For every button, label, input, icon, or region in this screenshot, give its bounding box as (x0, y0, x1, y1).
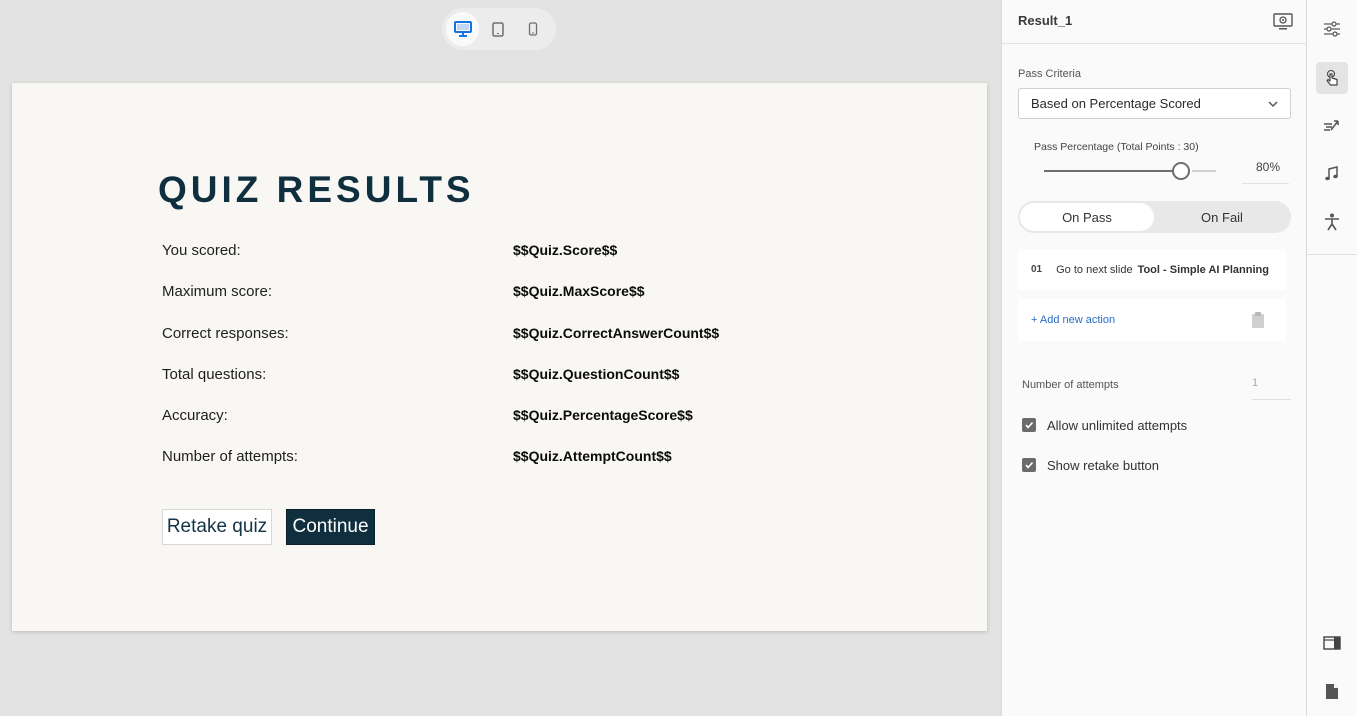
result-value[interactable]: $$Quiz.Score$$ (513, 242, 617, 258)
tab-on-pass[interactable]: On Pass (1020, 203, 1154, 231)
allow-unlimited-attempts-checkbox[interactable] (1022, 418, 1036, 432)
allow-unlimited-attempts-option: Allow unlimited attempts (1022, 417, 1187, 433)
tablet-view-button[interactable] (481, 12, 514, 46)
result-row: Accuracy: $$Quiz.PercentageScore$$ (162, 405, 693, 425)
action-number: 01 (1031, 264, 1043, 275)
check-icon (1025, 421, 1034, 429)
desktop-view-button[interactable] (446, 12, 480, 46)
pass-criteria-dropdown[interactable]: Based on Percentage Scored (1018, 88, 1291, 119)
preview-button[interactable] (1272, 12, 1294, 32)
pass-percentage-value[interactable]: 80% (1242, 160, 1280, 174)
clipboard-icon[interactable] (1250, 311, 1266, 329)
chevron-down-icon (1268, 101, 1278, 108)
panel-layout-button[interactable] (1316, 627, 1348, 659)
result-label[interactable]: Number of attempts: (162, 448, 513, 465)
result-value[interactable]: $$Quiz.MaxScore$$ (513, 283, 645, 299)
interactions-tab[interactable] (1316, 62, 1348, 94)
show-retake-button-option: Show retake button (1022, 457, 1159, 473)
result-value[interactable]: $$Quiz.QuestionCount$$ (513, 366, 679, 382)
slider-track-rest[interactable] (1192, 170, 1216, 172)
pass-criteria-value: Based on Percentage Scored (1031, 96, 1201, 111)
device-toggle (442, 8, 556, 50)
document-button[interactable] (1316, 675, 1348, 707)
show-retake-button-checkbox[interactable] (1022, 458, 1036, 472)
result-label[interactable]: Total questions: (162, 366, 513, 383)
slider-track[interactable] (1044, 170, 1174, 172)
action-text: Go to next slide (1056, 263, 1133, 276)
audio-tab[interactable] (1316, 158, 1348, 190)
result-label[interactable]: Correct responses: (162, 325, 513, 342)
add-new-action-link[interactable]: + Add new action (1031, 314, 1115, 326)
animations-tab[interactable] (1316, 110, 1348, 142)
result-label[interactable]: You scored: (162, 242, 513, 259)
accessibility-icon (1325, 213, 1339, 231)
result-row: Correct responses: $$Quiz.CorrectAnswerC… (162, 323, 719, 343)
result-label[interactable]: Maximum score: (162, 283, 513, 300)
result-row: Maximum score: $$Quiz.MaxScore$$ (162, 281, 645, 301)
continue-button[interactable]: Continue (286, 509, 375, 545)
attempts-input[interactable]: 1 (1252, 377, 1258, 389)
touch-icon (1326, 69, 1338, 86)
result-row: Total questions: $$Quiz.QuestionCount$$ (162, 364, 679, 384)
result-value[interactable]: $$Quiz.PercentageScore$$ (513, 407, 693, 423)
preview-icon (1273, 13, 1293, 30)
properties-tab[interactable] (1316, 13, 1348, 45)
panel-title: Result_1 (1018, 13, 1073, 28)
right-toolbar (1306, 0, 1357, 716)
add-action-card: + Add new action (1018, 299, 1286, 341)
desktop-icon (453, 21, 472, 37)
attempts-label: Number of attempts (1022, 379, 1119, 391)
mobile-view-button[interactable] (517, 12, 550, 46)
animation-icon (1324, 120, 1339, 131)
allow-unlimited-attempts-label[interactable]: Allow unlimited attempts (1047, 418, 1187, 433)
action-target: Tool - Simple AI Planning (1137, 263, 1269, 276)
show-retake-button-label[interactable]: Show retake button (1047, 458, 1159, 473)
tablet-icon (492, 21, 504, 37)
divider (1242, 183, 1289, 184)
divider (1252, 399, 1291, 400)
pass-percentage-label: Pass Percentage (Total Points : 30) (1034, 141, 1199, 153)
properties-panel: Result_1 Pass Criteria Based on Percenta… (1001, 0, 1307, 716)
panel-header: Result_1 (1002, 0, 1307, 44)
rail-divider (1307, 254, 1357, 255)
pass-percentage-slider-thumb[interactable] (1172, 162, 1190, 180)
result-value[interactable]: $$Quiz.CorrectAnswerCount$$ (513, 325, 719, 341)
music-icon (1325, 166, 1338, 181)
slide-canvas[interactable]: QUIZ RESULTS You scored: $$Quiz.Score$$ … (12, 83, 987, 631)
result-row: You scored: $$Quiz.Score$$ (162, 240, 617, 260)
check-icon (1025, 461, 1034, 469)
tab-on-fail[interactable]: On Fail (1155, 203, 1289, 231)
pass-fail-toggle: On Pass On Fail (1018, 201, 1291, 233)
result-label[interactable]: Accuracy: (162, 407, 513, 424)
result-value[interactable]: $$Quiz.AttemptCount$$ (513, 448, 672, 464)
quiz-results-title[interactable]: QUIZ RESULTS (158, 169, 475, 211)
retake-quiz-button[interactable]: Retake quiz (162, 509, 272, 545)
panel-layout-icon (1323, 636, 1341, 650)
pass-criteria-label: Pass Criteria (1018, 68, 1081, 80)
mobile-icon (529, 22, 538, 36)
accessibility-tab[interactable] (1316, 206, 1348, 238)
document-icon (1326, 683, 1338, 699)
result-row: Number of attempts: $$Quiz.AttemptCount$… (162, 446, 672, 466)
action-item[interactable]: 01 Go to next slide Tool - Simple AI Pla… (1018, 249, 1286, 290)
sliders-icon (1324, 21, 1340, 37)
